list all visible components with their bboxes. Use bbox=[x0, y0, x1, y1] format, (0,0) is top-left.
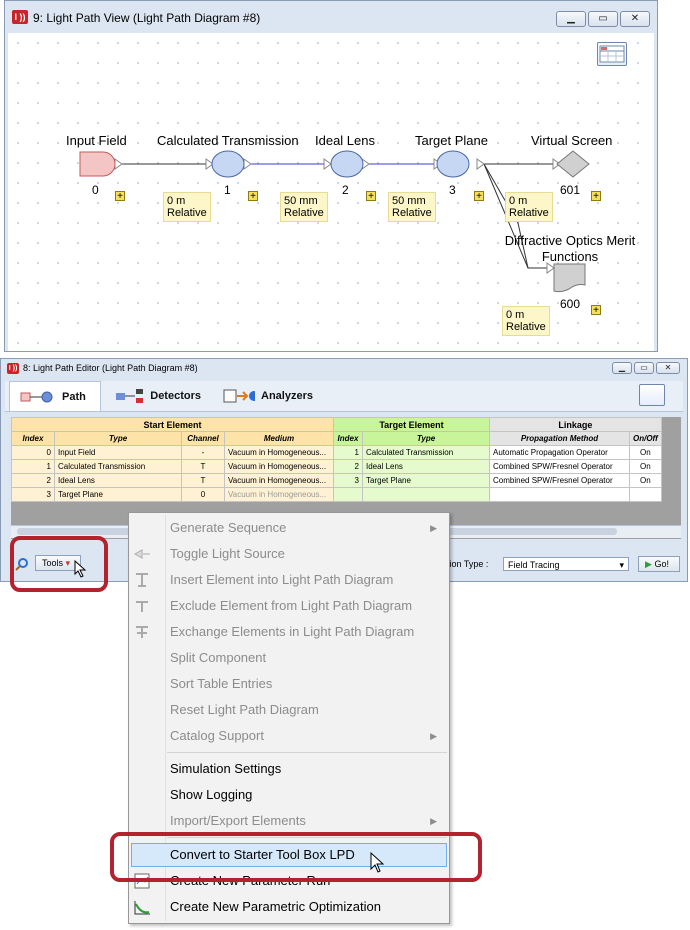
add-element-button[interactable]: + bbox=[366, 191, 376, 202]
submenu-arrow-icon: ▶ bbox=[430, 731, 437, 741]
col-header[interactable]: Index bbox=[333, 431, 363, 446]
menu-item-new-parametric-optimization[interactable]: Create New Parametric Optimization bbox=[129, 895, 449, 919]
connection-lines bbox=[114, 158, 561, 274]
distance-note[interactable]: 50 mm Relative bbox=[388, 192, 436, 222]
node-index: 2 bbox=[342, 183, 349, 197]
light-path-view-window: I )) 9: Light Path View (Light Path Diag… bbox=[4, 0, 658, 352]
close-button[interactable]: ✕ bbox=[656, 362, 680, 374]
virtual-screen-node-icon[interactable] bbox=[556, 150, 590, 178]
tab-path[interactable]: Path bbox=[9, 381, 101, 411]
node-label-input-field: Input Field bbox=[66, 133, 127, 148]
title-bar: I )) 9: Light Path View (Light Path Diag… bbox=[5, 1, 657, 33]
menu-item-catalog-support[interactable]: Catalog Support ▶ bbox=[129, 724, 449, 748]
analyzers-icon bbox=[223, 389, 256, 403]
col-header[interactable]: Medium bbox=[224, 431, 334, 446]
detectors-icon bbox=[116, 389, 143, 403]
input-field-node-icon[interactable] bbox=[79, 151, 115, 177]
calculated-transmission-node-icon[interactable] bbox=[211, 150, 245, 178]
go-button[interactable]: ▶ Go! bbox=[638, 556, 680, 572]
add-element-button[interactable]: + bbox=[474, 191, 484, 202]
mouse-cursor-icon bbox=[74, 560, 87, 578]
distance-note[interactable]: 50 mm Relative bbox=[280, 192, 328, 222]
header-linkage: Linkage bbox=[489, 417, 662, 432]
header-target-element: Target Element bbox=[333, 417, 490, 432]
table-view-icon[interactable] bbox=[639, 384, 665, 406]
menu-item-split-component[interactable]: Split Component bbox=[129, 646, 449, 670]
app-icon: I )) bbox=[7, 363, 19, 374]
col-header[interactable]: Type bbox=[54, 431, 182, 446]
distance-note[interactable]: 0 m Relative bbox=[505, 192, 553, 222]
node-index: 600 bbox=[560, 297, 581, 311]
table-row[interactable]: 2 Ideal Lens T Vacuum in Homogeneous... … bbox=[11, 473, 662, 488]
menu-item-reset-light-path[interactable]: Reset Light Path Diagram bbox=[129, 698, 449, 722]
submenu-arrow-icon: ▶ bbox=[430, 816, 437, 826]
menu-item-toggle-light-source[interactable]: Toggle Light Source bbox=[129, 542, 449, 566]
node-label-merit-functions: Diffractive Optics Merit Functions bbox=[504, 233, 636, 264]
maximize-button[interactable]: ▭ bbox=[588, 11, 618, 27]
add-element-button[interactable]: + bbox=[115, 191, 125, 202]
col-header[interactable]: Propagation Method bbox=[489, 431, 630, 446]
mouse-cursor-icon bbox=[370, 852, 385, 873]
editor-window-title: 8: Light Path Editor (Light Path Diagram… bbox=[23, 363, 198, 373]
tab-bar: Path Detectors Analyzers bbox=[5, 381, 683, 412]
table-row[interactable]: 3 Target Plane 0 Vacuum in Homogeneous..… bbox=[11, 487, 662, 502]
optimization-icon bbox=[134, 901, 150, 915]
table-row[interactable]: 1 Calculated Transmission T Vacuum in Ho… bbox=[11, 459, 662, 474]
distance-note[interactable]: 0 m Relative bbox=[163, 192, 211, 222]
diagram-canvas[interactable]: Input Field Calculated Transmission Idea… bbox=[8, 33, 654, 351]
menu-item-generate-sequence[interactable]: Generate Sequence ▶ bbox=[129, 516, 449, 540]
node-index: 0 bbox=[92, 183, 99, 197]
node-label-virtual-screen: Virtual Screen bbox=[531, 133, 613, 148]
col-header[interactable]: On/Off bbox=[629, 431, 662, 446]
tools-highlight-frame bbox=[10, 536, 108, 592]
menu-item-sort-table-entries[interactable]: Sort Table Entries bbox=[129, 672, 449, 696]
path-icon bbox=[20, 391, 53, 402]
node-label-target-plane: Target Plane bbox=[415, 133, 488, 148]
distance-note[interactable]: 0 m Relative bbox=[502, 306, 550, 336]
simulation-type-select[interactable]: Field Tracing ▾ bbox=[503, 557, 629, 571]
exchange-elements-icon bbox=[136, 626, 148, 638]
header-start-element: Start Element bbox=[11, 417, 334, 432]
submenu-arrow-icon: ▶ bbox=[430, 523, 437, 533]
menu-item-exclude-element[interactable]: Exclude Element from Light Path Diagram bbox=[129, 594, 449, 618]
window-title: 9: Light Path View (Light Path Diagram #… bbox=[33, 11, 261, 25]
node-label-calculated-transmission: Calculated Transmission bbox=[157, 133, 299, 148]
menu-item-import-export[interactable]: Import/Export Elements ▶ bbox=[129, 809, 449, 833]
menu-separator bbox=[167, 752, 447, 753]
minimize-button[interactable]: ▁ bbox=[612, 362, 632, 374]
ideal-lens-node-icon[interactable] bbox=[330, 150, 364, 178]
add-element-button[interactable]: + bbox=[591, 305, 601, 316]
target-plane-node-icon[interactable] bbox=[436, 150, 470, 178]
light-source-icon bbox=[133, 549, 150, 559]
tab-detectors[interactable]: Detectors bbox=[105, 381, 211, 411]
node-index: 1 bbox=[224, 183, 231, 197]
menu-item-exchange-elements[interactable]: Exchange Elements in Light Path Diagram bbox=[129, 620, 449, 644]
light-path-grid: Start Element Target Element Linkage Ind… bbox=[11, 417, 662, 502]
node-index: 3 bbox=[449, 183, 456, 197]
minimize-button[interactable]: ▁ bbox=[556, 11, 586, 27]
insert-element-icon bbox=[136, 573, 148, 587]
convert-highlight-frame bbox=[110, 832, 482, 882]
node-index: 601 bbox=[560, 183, 581, 197]
menu-item-insert-element[interactable]: Insert Element into Light Path Diagram bbox=[129, 568, 449, 592]
chevron-down-icon: ▾ bbox=[619, 560, 624, 570]
add-element-button[interactable]: + bbox=[248, 191, 258, 202]
app-icon: I )) bbox=[12, 10, 28, 24]
table-row[interactable]: 0 Input Field - Vacuum in Homogeneous...… bbox=[11, 445, 662, 460]
merit-functions-node-icon[interactable] bbox=[553, 263, 587, 293]
menu-item-show-logging[interactable]: Show Logging bbox=[129, 783, 449, 807]
tab-analyzers[interactable]: Analyzers bbox=[213, 381, 323, 411]
node-label-ideal-lens: Ideal Lens bbox=[315, 133, 375, 148]
col-header[interactable]: Channel bbox=[181, 431, 225, 446]
close-button[interactable]: ✕ bbox=[620, 11, 650, 27]
add-element-button[interactable]: + bbox=[591, 191, 601, 202]
col-header[interactable]: Type bbox=[362, 431, 490, 446]
maximize-button[interactable]: ▭ bbox=[634, 362, 654, 374]
menu-item-simulation-settings[interactable]: Simulation Settings bbox=[129, 757, 449, 781]
exclude-element-icon bbox=[136, 601, 148, 612]
col-header[interactable]: Index bbox=[11, 431, 55, 446]
play-icon: ▶ bbox=[645, 559, 652, 569]
